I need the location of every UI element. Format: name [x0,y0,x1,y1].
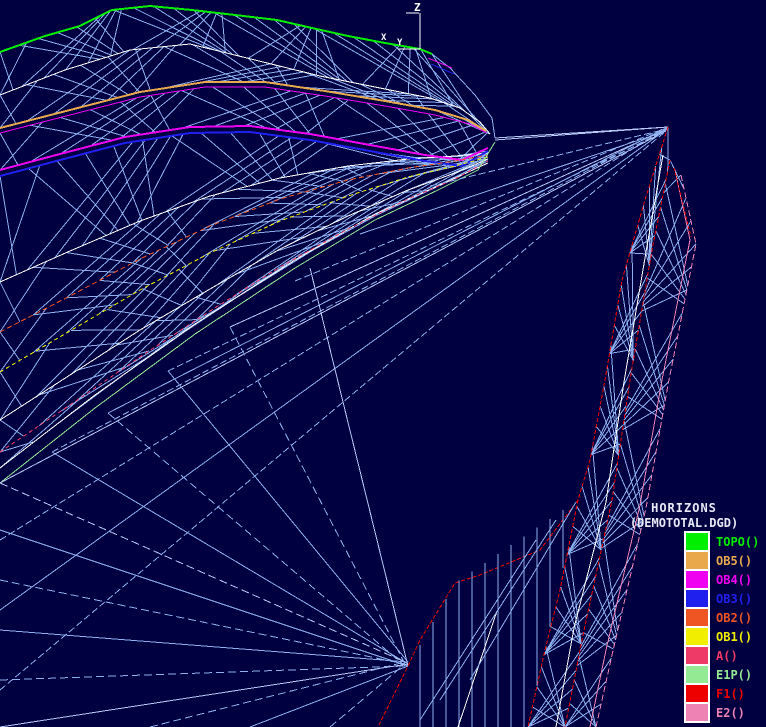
legend-item-label-9[interactable]: E2() [716,704,759,723]
legend-subtitle: (DEMOTOTAL.DGD) [629,516,739,530]
legend-title: HORIZONS [651,501,717,515]
legend-item-label-2[interactable]: OB4() [716,571,759,590]
legend-swatch-9[interactable] [686,704,708,721]
z-axis-label: Z [414,1,421,14]
wireframe-canvas[interactable] [0,0,766,727]
legend-swatch-3[interactable] [686,590,708,607]
legend-swatch-8[interactable] [686,685,708,702]
legend-item-label-4[interactable]: OB2() [716,609,759,628]
legend-item-label-6[interactable]: A() [716,647,759,666]
legend-swatch-7[interactable] [686,666,708,683]
horizons-legend: HORIZONS (DEMOTOTAL.DGD) TOPO() OB5() OB4(… [604,501,766,723]
legend-swatch-1[interactable] [686,552,708,569]
legend-item-label-5[interactable]: OB1() [716,628,759,647]
legend-swatch-2[interactable] [686,571,708,588]
legend-swatch-0[interactable] [686,533,708,550]
x-axis-label: X [381,33,387,43]
legend-swatch-6[interactable] [686,647,708,664]
legend-item-label-8[interactable]: F1() [716,685,759,704]
legend-swatch-strip [684,531,710,723]
legend-item-label-3[interactable]: OB3() [716,590,759,609]
legend-item-label-0[interactable]: TOPO() [716,533,759,552]
y-axis-label: Y [397,38,403,48]
legend-item-label-1[interactable]: OB5() [716,552,759,571]
legend-swatch-4[interactable] [686,609,708,626]
legend-item-label-7[interactable]: E1P() [716,666,759,685]
viewport-window: Z X Y HORIZONS (DEMOTOTAL.DGD) TOPO() OB5… [0,0,766,727]
legend-swatch-5[interactable] [686,628,708,645]
legend-label-column: TOPO() OB5() OB4() OB3() OB2() OB1() A() E1P() F… [716,533,759,723]
